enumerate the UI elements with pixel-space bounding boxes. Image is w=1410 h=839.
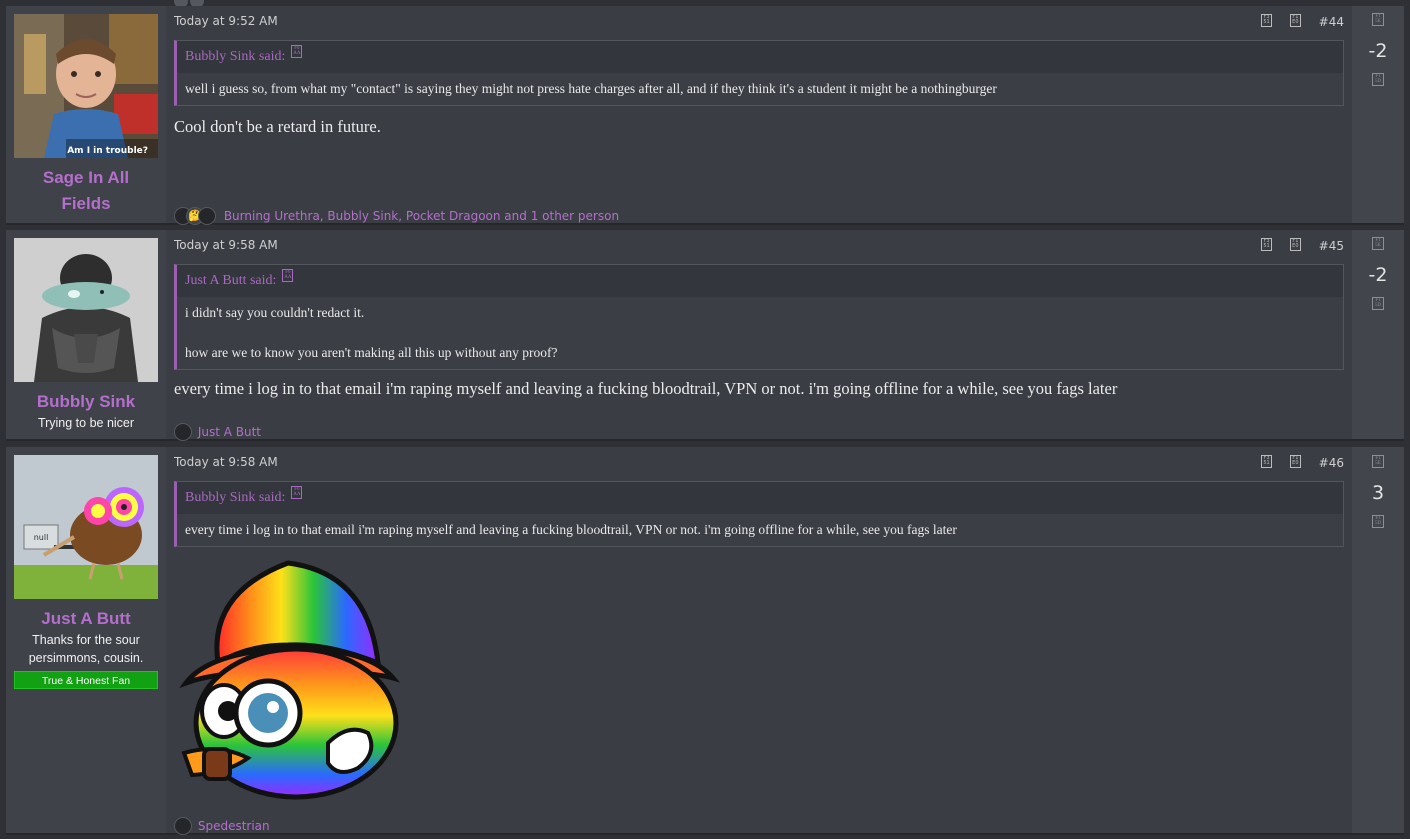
quote-header[interactable]: Bubbly Sink said: F0 AA (177, 41, 1343, 73)
post-number[interactable]: #44 (1319, 15, 1344, 29)
quote-line: well i guess so, from what my "contact" … (185, 81, 997, 96)
reactions-bar: Just A Butt (174, 421, 261, 442)
arrow-up-box-icon[interactable]: F0 AA (291, 45, 303, 58)
post-actions: F3 51 F1 E0 #45 (1247, 238, 1344, 253)
reaction-names[interactable]: Just A Butt (198, 425, 261, 439)
post-text: every time i log in to that email i'm ra… (174, 379, 1118, 398)
post-44: Am I in trouble? Sage In All Fields Toda… (6, 6, 1404, 226)
username[interactable]: Just A Butt (6, 606, 166, 632)
post-text: Cool don't be a retard in future. (174, 117, 381, 136)
quote-block: Bubbly Sink said: F0 AA every time i log … (174, 481, 1344, 547)
arrow-up-box-icon[interactable]: F0 AA (291, 486, 303, 499)
quote-author[interactable]: Bubbly Sink said: (185, 490, 285, 505)
downvote-icon[interactable]: F1 5D (1372, 73, 1384, 86)
post-actions: F3 51 F1 E0 #44 (1247, 14, 1344, 29)
arrow-up-box-icon[interactable]: F0 AA (282, 269, 294, 282)
downvote-icon[interactable]: F1 5D (1372, 515, 1384, 528)
post-46: null Just A Butt Thanks for the sour per… (6, 447, 1404, 836)
post-main: Today at 9:52 AM F3 51 F1 E0 #44 Bubbly … (174, 6, 1344, 226)
reaction-avatar[interactable] (198, 206, 216, 225)
bookmark-icon[interactable]: F1 E0 (1289, 238, 1301, 251)
username[interactable]: Bubbly Sink (6, 389, 166, 415)
reaction-names[interactable]: Burning Urethra, Bubbly Sink, Pocket Dra… (224, 209, 619, 223)
avatar[interactable] (14, 238, 158, 382)
avatar[interactable]: Am I in trouble? (14, 14, 158, 158)
quote-line: i didn't say you couldn't redact it. (185, 305, 365, 320)
post-number[interactable]: #46 (1319, 456, 1344, 470)
reactions-bar: 🤔 Burning Urethra, Bubbly Sink, Pocket D… (174, 205, 619, 226)
quote-line: how are we to know you aren't making all… (185, 345, 558, 360)
vote-panel: F1 5E 3 F1 5D (1352, 447, 1404, 833)
quote-line: every time i log in to that email i'm ra… (185, 522, 957, 537)
quote-body: well i guess so, from what my "contact" … (177, 73, 1343, 105)
quote-author[interactable]: Just A Butt said: (185, 273, 276, 288)
post-user-panel: Bubbly Sink Trying to be nicer (6, 230, 166, 439)
quote-body: i didn't say you couldn't redact it. how… (177, 297, 1343, 369)
svg-text:Am I in trouble?: Am I in trouble? (67, 146, 148, 156)
user-banner: True & Honest Fan (14, 671, 158, 689)
upvote-icon[interactable]: F1 5E (1372, 237, 1384, 250)
quote-block: Just A Butt said: F0 AA i didn't say you … (174, 264, 1344, 370)
quote-header[interactable]: Just A Butt said: F0 AA (177, 265, 1343, 297)
avatar[interactable]: null (14, 455, 158, 599)
upvote-icon[interactable]: F1 5E (1372, 13, 1384, 26)
reactions-bar: Spedestrian (174, 815, 270, 836)
share-icon[interactable]: F3 51 (1261, 14, 1273, 27)
share-icon[interactable]: F3 51 (1261, 238, 1273, 251)
post-45: Bubbly Sink Trying to be nicer Today at … (6, 230, 1404, 442)
vote-panel: F1 5E -2 F1 5D (1352, 230, 1404, 439)
share-icon[interactable]: F3 51 (1261, 455, 1273, 468)
vote-panel: F1 5E -2 F1 5D (1352, 6, 1404, 223)
vote-score: 3 (1371, 482, 1385, 504)
reaction-names[interactable]: Spedestrian (198, 819, 270, 833)
user-title: Trying to be nicer (37, 416, 135, 430)
post-user-panel: Am I in trouble? Sage In All Fields (6, 6, 166, 223)
quote-block: Bubbly Sink said: F0 AA well i guess so, … (174, 40, 1344, 106)
quote-body: every time i log in to that email i'm ra… (177, 514, 1343, 546)
svg-text:null: null (34, 533, 49, 542)
username[interactable]: Sage In All Fields (6, 165, 166, 217)
post-number[interactable]: #45 (1319, 239, 1344, 253)
post-main: Today at 9:58 AM F3 51 F1 E0 #46 Bubbly … (174, 447, 1344, 836)
post-date[interactable]: Today at 9:52 AM (174, 14, 278, 28)
post-date[interactable]: Today at 9:58 AM (174, 455, 278, 469)
post-date[interactable]: Today at 9:58 AM (174, 238, 278, 252)
bookmark-icon[interactable]: F1 E0 (1289, 14, 1301, 27)
downvote-icon[interactable]: F1 5D (1372, 297, 1384, 310)
reaction-avatar[interactable] (174, 422, 192, 441)
post-main: Today at 9:58 AM F3 51 F1 E0 #45 Just A … (174, 230, 1344, 442)
quote-author[interactable]: Bubbly Sink said: (185, 49, 285, 64)
quote-header[interactable]: Bubbly Sink said: F0 AA (177, 482, 1343, 514)
post-user-panel: null Just A Butt Thanks for the sour per… (6, 447, 166, 833)
bookmark-icon[interactable]: F1 E0 (1289, 455, 1301, 468)
vote-score: -2 (1368, 40, 1388, 62)
upvote-icon[interactable]: F1 5E (1372, 455, 1384, 468)
detective-duck-sticker-image[interactable] (178, 553, 402, 803)
user-title: Thanks for the sour persimmons, cousin. (28, 633, 144, 665)
vote-score: -2 (1368, 264, 1388, 286)
reaction-avatar[interactable] (174, 816, 192, 835)
post-actions: F3 51 F1 E0 #46 (1247, 455, 1344, 470)
